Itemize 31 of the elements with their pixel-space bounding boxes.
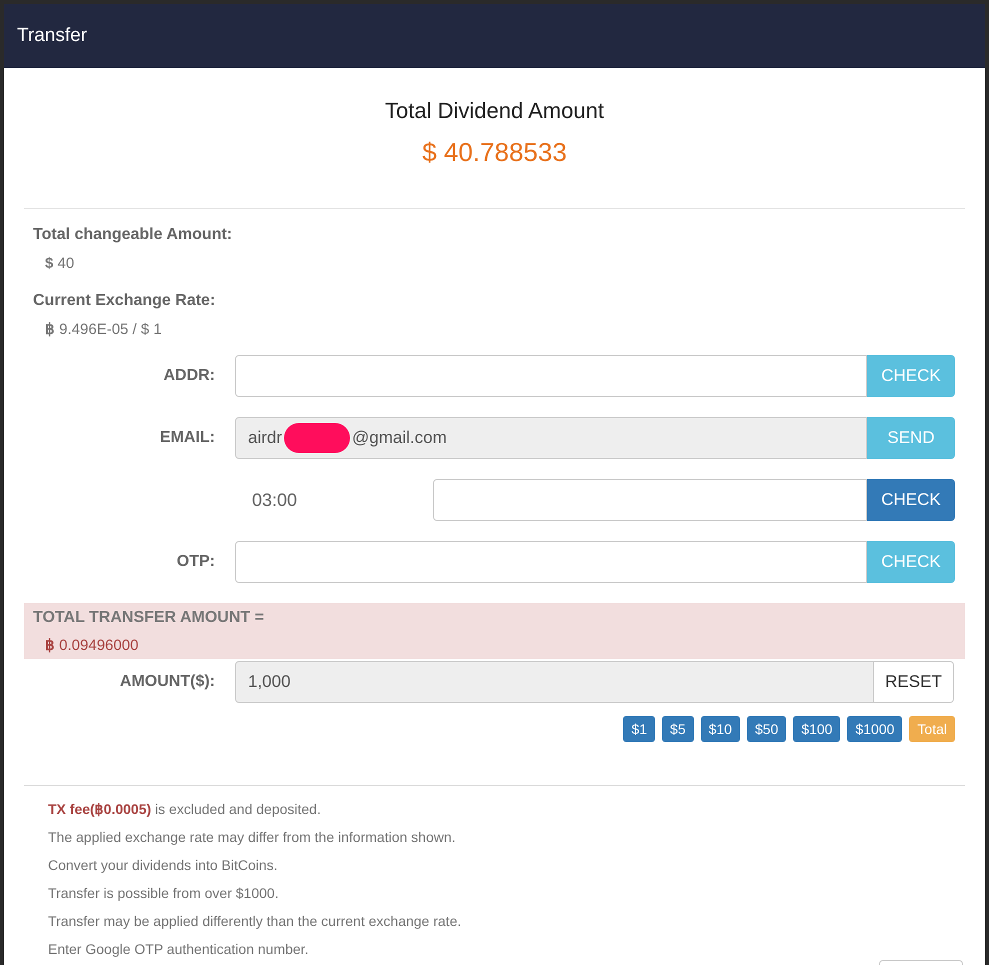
code-field[interactable] bbox=[433, 479, 867, 521]
field-button[interactable]: CHECK bbox=[867, 479, 955, 521]
cut-off-button[interactable] bbox=[879, 960, 963, 965]
field-label: EMAIL: bbox=[158, 428, 216, 448]
amount-label: AMOUNT($): bbox=[118, 672, 216, 692]
note-text: Transfer is possible from over $1000. bbox=[48, 884, 280, 903]
info-label: Total changeable Amount: bbox=[33, 225, 234, 245]
info-label: Current Exchange Rate: bbox=[33, 290, 216, 310]
amount-button[interactable]: $50 bbox=[746, 716, 786, 742]
timer-text: 03:00 bbox=[251, 488, 298, 512]
window-title: Transfer bbox=[17, 24, 88, 48]
total-label: TOTAL TRANSFER AMOUNT = bbox=[33, 608, 265, 628]
dividend-amount: $ 40.788533 bbox=[422, 136, 567, 169]
note-text: Transfer may be applied differently than the current exchange rate. bbox=[48, 912, 462, 931]
field-label: OTP: bbox=[176, 552, 216, 572]
amount-button[interactable]: $5 bbox=[662, 716, 694, 742]
note-text: The applied exchange rate may differ from the information shown. bbox=[48, 828, 457, 847]
input-field[interactable] bbox=[235, 355, 867, 397]
note-text: TX fee(฿0.0005) is excluded and deposited. bbox=[48, 800, 322, 819]
info-value: ฿ 9.496E-05 / $ 1 bbox=[45, 320, 163, 340]
amount-button[interactable]: $1000 bbox=[847, 716, 902, 742]
input-field[interactable] bbox=[235, 541, 867, 583]
note-text: Enter Google OTP authentication number. bbox=[48, 940, 310, 959]
note-text: Convert your dividends into BitCoins. bbox=[48, 856, 279, 875]
amount-button[interactable]: $1 bbox=[623, 716, 656, 742]
dividend-title: Total Dividend Amount bbox=[385, 97, 604, 125]
amount-button[interactable]: $10 bbox=[700, 716, 740, 742]
info-value: $ 40 bbox=[45, 254, 76, 274]
amount-button[interactable]: $100 bbox=[793, 716, 840, 742]
field-label: ADDR: bbox=[162, 366, 216, 386]
total-value: ฿ 0.09496000 bbox=[45, 636, 140, 656]
